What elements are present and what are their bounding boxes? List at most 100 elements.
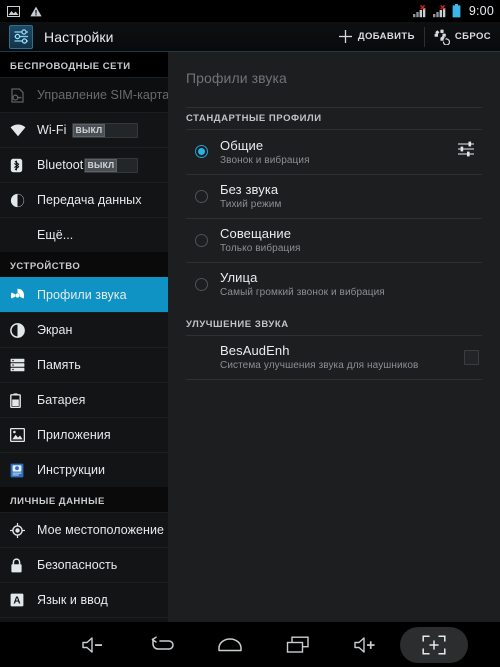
action-bar-actions: ДОБАВИТЬ СБРОС [329, 22, 500, 51]
sidebar-item-label: Батарея [37, 393, 86, 407]
sidebar-item-my-location[interactable]: Мое местоположение [0, 512, 168, 547]
profile-radio-meeting[interactable] [195, 233, 208, 247]
volume-down-icon [81, 636, 107, 654]
sidebar-item-storage[interactable]: Память [0, 347, 168, 382]
sidebar-section-wireless: БЕСПРОВОДНЫЕ СЕТИ [0, 52, 168, 77]
back-arrow-icon [150, 635, 174, 654]
back-button[interactable] [128, 627, 196, 663]
battery-icon [452, 4, 461, 18]
svg-text:A: A [13, 596, 20, 607]
profile-row-silent[interactable]: Без звука Тихий режим [186, 174, 482, 218]
home-button[interactable] [196, 627, 264, 663]
plus-icon [338, 29, 353, 44]
status-bar-clock: 9:00 [468, 4, 494, 18]
bluetooth-toggle-state: ВЫКЛ [85, 158, 117, 172]
profile-settings-sliders-icon[interactable] [453, 137, 479, 166]
profile-actions [453, 137, 482, 166]
status-bar: 9:00 [0, 0, 500, 22]
status-bar-left-icons [7, 5, 42, 17]
enhancement-text: BesAudEnh Система улучшения звука для на… [220, 343, 464, 371]
sidebar-item-bluetooth[interactable]: Bluetooth ВЫКЛ [0, 147, 168, 182]
navigation-bar [0, 622, 500, 667]
sidebar-item-label: Мое местоположение [37, 523, 165, 537]
profile-radio-general[interactable] [195, 145, 208, 158]
sidebar-item-label: Wi-Fi [37, 123, 67, 137]
settings-sidebar[interactable]: БЕСПРОВОДНЫЕ СЕТИ Управление SIM-картами [0, 52, 168, 622]
sidebar-item-manual[interactable]: Инструкции [0, 452, 168, 487]
sidebar-item-more[interactable]: Ещё... [0, 217, 168, 252]
sidebar-item-label: Приложения [37, 428, 111, 442]
profile-subtitle: Самый громкий звонок и вибрация [220, 287, 385, 298]
list-bottom-divider [186, 379, 482, 380]
bluetooth-toggle[interactable]: ВЫКЛ [84, 157, 138, 173]
audio-profiles-pane: Профили звука СТАНДАРТНЫЕ ПРОФИЛИ Общие … [168, 52, 500, 622]
sim-card-icon [10, 87, 29, 103]
profile-row-general[interactable]: Общие Звонок и вибрация [186, 129, 482, 174]
battery-settings-icon [10, 392, 29, 408]
profile-text: Совещание Только вибрация [220, 226, 482, 254]
reset-button-label: СБРОС [454, 31, 491, 42]
sidebar-item-label: Ещё... [37, 228, 74, 242]
screenshot-icon [7, 5, 20, 17]
reset-button[interactable]: СБРОС [425, 22, 500, 51]
profile-text: Без звука Тихий режим [220, 182, 482, 210]
audio-profiles-icon [10, 288, 29, 303]
sidebar-item-backup-reset[interactable]: Восстановление и сброс [0, 617, 168, 622]
profile-subtitle: Тихий режим [220, 199, 282, 210]
display-icon [10, 322, 29, 338]
profile-title: Совещание [220, 226, 292, 241]
recents-button[interactable] [264, 627, 332, 663]
sidebar-item-label: Безопасность [37, 558, 118, 572]
sidebar-item-security[interactable]: Безопасность [0, 547, 168, 582]
profile-subtitle: Звонок и вибрация [220, 154, 310, 166]
bluetooth-icon [10, 158, 29, 173]
enhancement-title: BesAudEnh [220, 343, 290, 358]
profile-subtitle: Только вибрация [220, 243, 301, 254]
sidebar-item-sim-management[interactable]: Управление SIM-картами [0, 77, 168, 112]
wifi-toggle-state: ВЫКЛ [73, 123, 105, 137]
sidebar-item-label: Язык и ввод [37, 593, 108, 607]
sidebar-item-data-usage[interactable]: Передача данных [0, 182, 168, 217]
profile-row-outdoor[interactable]: Улица Самый громкий звонок и вибрация [186, 262, 482, 306]
profile-title: Общие [220, 137, 264, 153]
page-title: Настройки [44, 28, 114, 45]
sidebar-item-wifi[interactable]: Wi-Fi ВЫКЛ [0, 112, 168, 147]
sidebar-item-label: Bluetooth [37, 158, 91, 172]
data-usage-icon [10, 193, 29, 208]
profile-text: Общие Звонок и вибрация [220, 138, 453, 166]
volume-up-button[interactable] [332, 627, 400, 663]
enhancement-subtitle: Система улучшения звука для наушников [220, 360, 419, 371]
location-icon [10, 522, 29, 538]
recents-icon [286, 636, 310, 654]
home-icon [217, 637, 243, 653]
sidebar-item-label: Передача данных [37, 193, 142, 207]
android-settings-screen: 9:00 Настройки ДОБАВИТЬ СБРОС БЕСПРОВОДН… [0, 0, 500, 667]
besaudenh-checkbox[interactable] [464, 349, 479, 365]
status-bar-right-icons: 9:00 [412, 4, 494, 18]
settings-sliders-icon [9, 24, 33, 49]
screenshot-capture-icon [422, 634, 446, 655]
enhancement-actions [464, 349, 482, 365]
profile-radio-outdoor[interactable] [195, 277, 208, 291]
manual-icon [10, 463, 29, 478]
profile-radio-silent[interactable] [195, 189, 208, 203]
enhancement-row-besaudenh[interactable]: BesAudEnh Система улучшения звука для на… [186, 335, 482, 379]
sidebar-item-battery[interactable]: Батарея [0, 382, 168, 417]
profile-text: Улица Самый громкий звонок и вибрация [220, 270, 482, 298]
volume-down-button[interactable] [60, 627, 128, 663]
sidebar-item-language-input[interactable]: A Язык и ввод [0, 582, 168, 617]
wifi-toggle[interactable]: ВЫКЛ [72, 122, 138, 138]
sidebar-item-audio-profiles[interactable]: Профили звука [0, 277, 168, 312]
screenshot-button[interactable] [400, 626, 468, 663]
content-area: БЕСПРОВОДНЫЕ СЕТИ Управление SIM-картами [0, 52, 500, 622]
profile-row-meeting[interactable]: Совещание Только вибрация [186, 218, 482, 262]
add-button[interactable]: ДОБАВИТЬ [329, 22, 424, 51]
signal-no-sim-1-icon [412, 4, 427, 18]
sidebar-item-apps[interactable]: Приложения [0, 417, 168, 452]
sidebar-section-device: УСТРОЙСТВО [0, 252, 168, 277]
language-icon: A [10, 593, 29, 607]
sidebar-item-label: Управление SIM-картами [37, 88, 168, 102]
sidebar-item-display[interactable]: Экран [0, 312, 168, 347]
apps-icon [10, 428, 29, 442]
sidebar-item-label: Экран [37, 323, 73, 337]
